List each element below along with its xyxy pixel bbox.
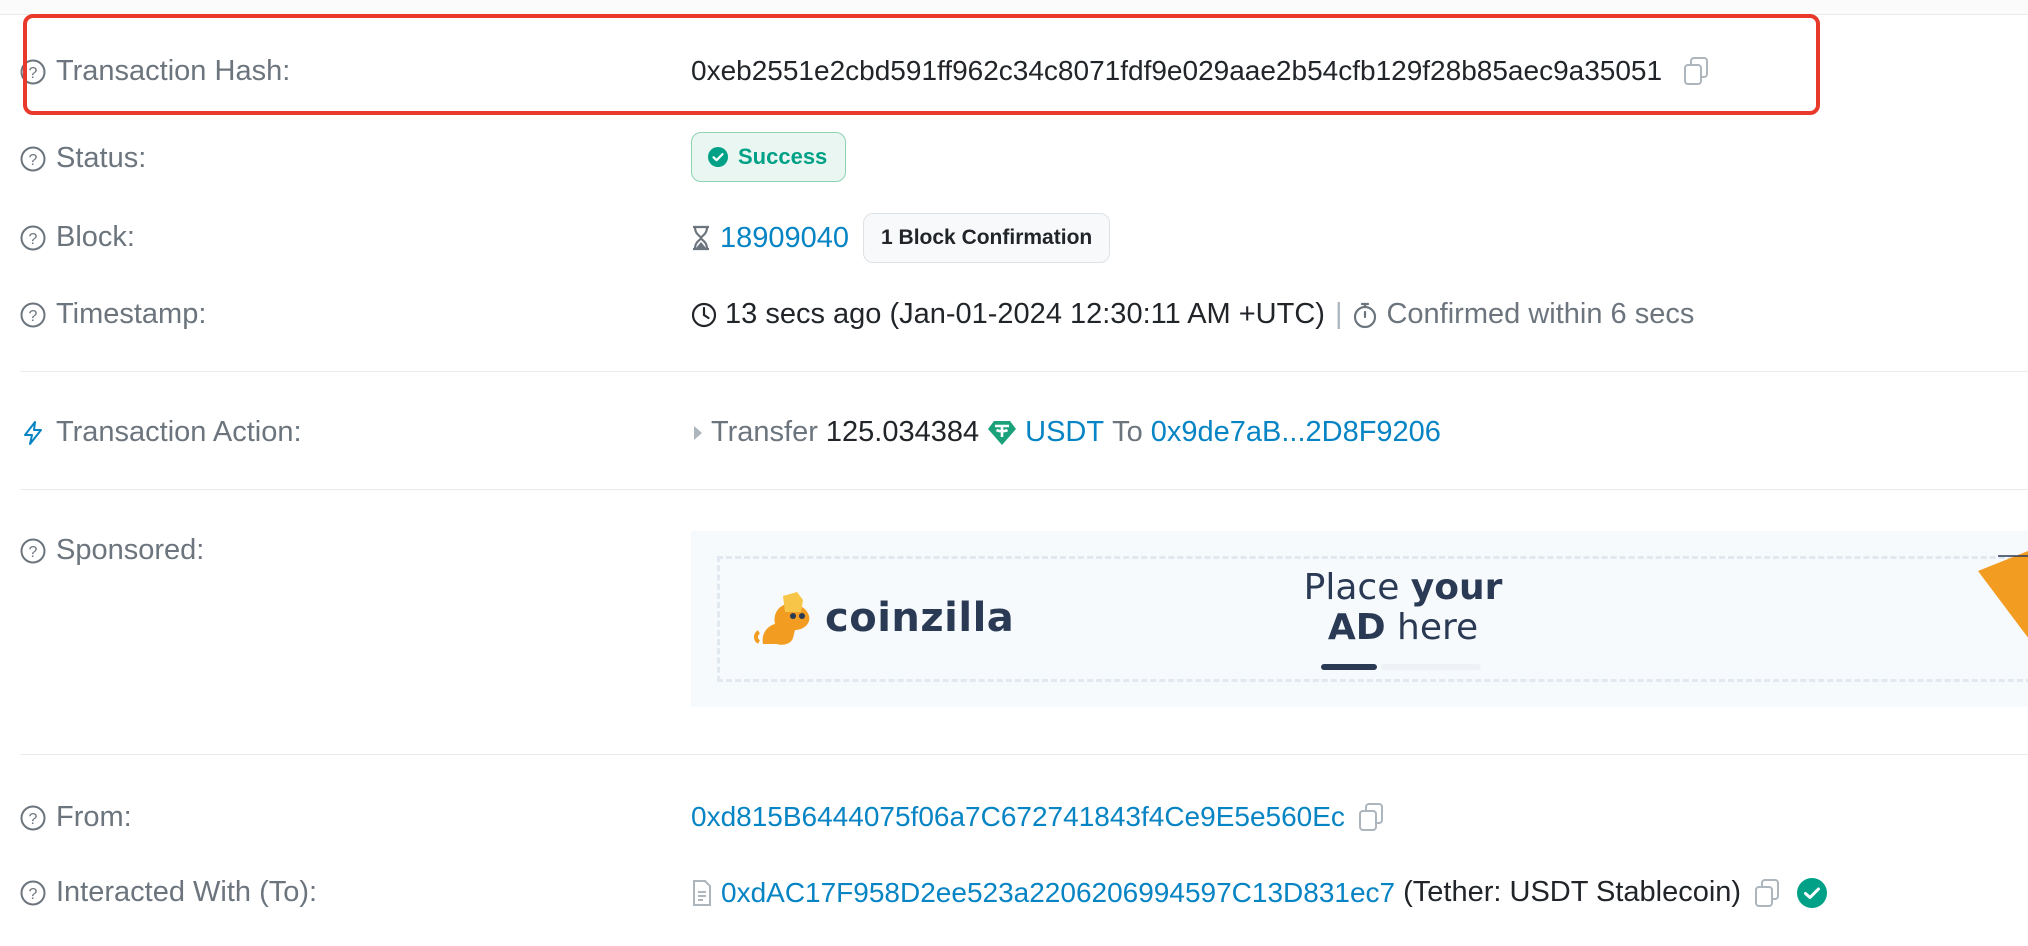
tx-action-to-word: To (1112, 416, 1143, 448)
block-label: Block: (56, 221, 135, 253)
ad-cta-line2-b: here (1385, 607, 1479, 648)
lightning-icon (24, 420, 42, 445)
svg-text:?: ? (29, 231, 38, 248)
timestamp-label-group: ? Timestamp: (20, 298, 206, 331)
copy-icon[interactable] (1357, 802, 1385, 832)
tx-action-amount: 125.034384 (825, 416, 980, 448)
ad-cta-line2-a: AD (1327, 607, 1386, 648)
ad-cta-text: Place your AD here (1298, 568, 1508, 648)
tx-action-token-link[interactable]: USDT (1025, 416, 1104, 449)
from-label: From: (56, 801, 132, 833)
ad-cta-line1: Place your (1298, 568, 1508, 608)
ad-arrow-decoration (1978, 551, 2028, 638)
copy-icon[interactable] (1753, 878, 1781, 908)
status-label-group: ? Status: (20, 142, 146, 175)
ad-underline-faint (1381, 664, 1481, 670)
block-confirmation-badge: 1 Block Confirmation (863, 213, 1111, 263)
status-badge-text: Success (738, 144, 828, 169)
sponsored-label-group: ? Sponsored: (20, 534, 204, 567)
timestamp-label: Timestamp: (56, 298, 207, 330)
verified-check-icon (1797, 877, 1828, 908)
ad-cta-line1-a: Place (1303, 567, 1411, 608)
interacted-value-group: 0xdAC17F958D2ee523a2206206994597C13D831e… (691, 876, 1828, 909)
timestamp-value-group: 13 secs ago (Jan-01-2024 12:30:11 AM +UT… (691, 298, 1694, 331)
question-circle-icon[interactable]: ? (20, 805, 46, 831)
question-circle-icon[interactable]: ? (20, 302, 46, 328)
separator-2 (20, 489, 2028, 490)
ad-cta-line1-b: your (1410, 567, 1503, 608)
ad-brand-name: coinzilla (825, 595, 1015, 641)
sponsored-label: Sponsored: (56, 534, 205, 566)
status-badge: Success (691, 132, 847, 182)
question-circle-icon[interactable]: ? (20, 146, 46, 172)
check-circle-icon (708, 147, 728, 167)
separator-3 (20, 754, 2028, 755)
svg-text:?: ? (29, 544, 38, 561)
question-circle-icon[interactable]: ? (20, 225, 46, 251)
svg-text:?: ? (29, 886, 38, 903)
status-value-group: Success (691, 132, 847, 182)
tx-action-label: Transaction Action: (56, 416, 302, 448)
svg-text:?: ? (29, 308, 38, 325)
from-address-link[interactable]: 0xd815B6444075f06a7C672741843f4Ce9E5e560… (691, 801, 1345, 833)
interacted-address-link[interactable]: 0xdAC17F958D2ee523a2206206994597C13D831e… (721, 877, 1395, 909)
contract-file-icon (693, 879, 711, 906)
ad-cta-line2: AD here (1298, 608, 1508, 648)
tether-icon (988, 420, 1017, 445)
block-label-group: ? Block: (20, 221, 135, 254)
confirmed-within-text: Confirmed within 6 secs (1386, 298, 1695, 330)
top-border (0, 0, 2028, 15)
timestamp-value: 13 secs ago (Jan-01-2024 12:30:11 AM +UT… (725, 298, 1325, 330)
ad-logo: coinzilla (753, 586, 1014, 650)
clock-icon (691, 302, 717, 327)
interacted-label-group: ? Interacted With (To): (20, 876, 317, 909)
block-number-link[interactable]: 18909040 (720, 222, 849, 255)
svg-text:?: ? (29, 811, 38, 828)
block-value-group: 18909040 1 Block Confirmation (691, 213, 1111, 263)
caret-right-icon[interactable] (691, 423, 705, 443)
hourglass-icon (693, 225, 709, 251)
sponsored-ad-banner[interactable]: coinzilla Place your AD here (691, 531, 2028, 707)
dinosaur-mascot-icon (754, 592, 810, 645)
highlight-box (23, 14, 1820, 115)
svg-text:?: ? (29, 152, 38, 169)
question-circle-icon[interactable]: ? (20, 538, 46, 564)
interacted-contract-name: (Tether: USDT Stablecoin) (1403, 876, 1742, 908)
tx-action-verb: Transfer (711, 416, 818, 448)
from-value-group: 0xd815B6444075f06a7C672741843f4Ce9E5e560… (691, 801, 1385, 833)
ad-underline (1321, 664, 1377, 670)
tx-action-to-address-link[interactable]: 0x9de7aB...2D8F9206 (1151, 416, 1441, 449)
tx-action-value-group: Transfer 125.034384 USDT To 0x9de7aB...2… (691, 416, 1441, 449)
status-label: Status: (56, 142, 147, 174)
separator-1 (20, 371, 2028, 372)
question-circle-icon[interactable]: ? (20, 880, 46, 906)
stopwatch-icon (1354, 302, 1377, 328)
from-label-group: ? From: (20, 801, 132, 834)
interacted-label: Interacted With (To): (56, 876, 318, 908)
timestamp-separator: | (1334, 298, 1343, 330)
tx-action-label-group: Transaction Action: (20, 416, 302, 449)
